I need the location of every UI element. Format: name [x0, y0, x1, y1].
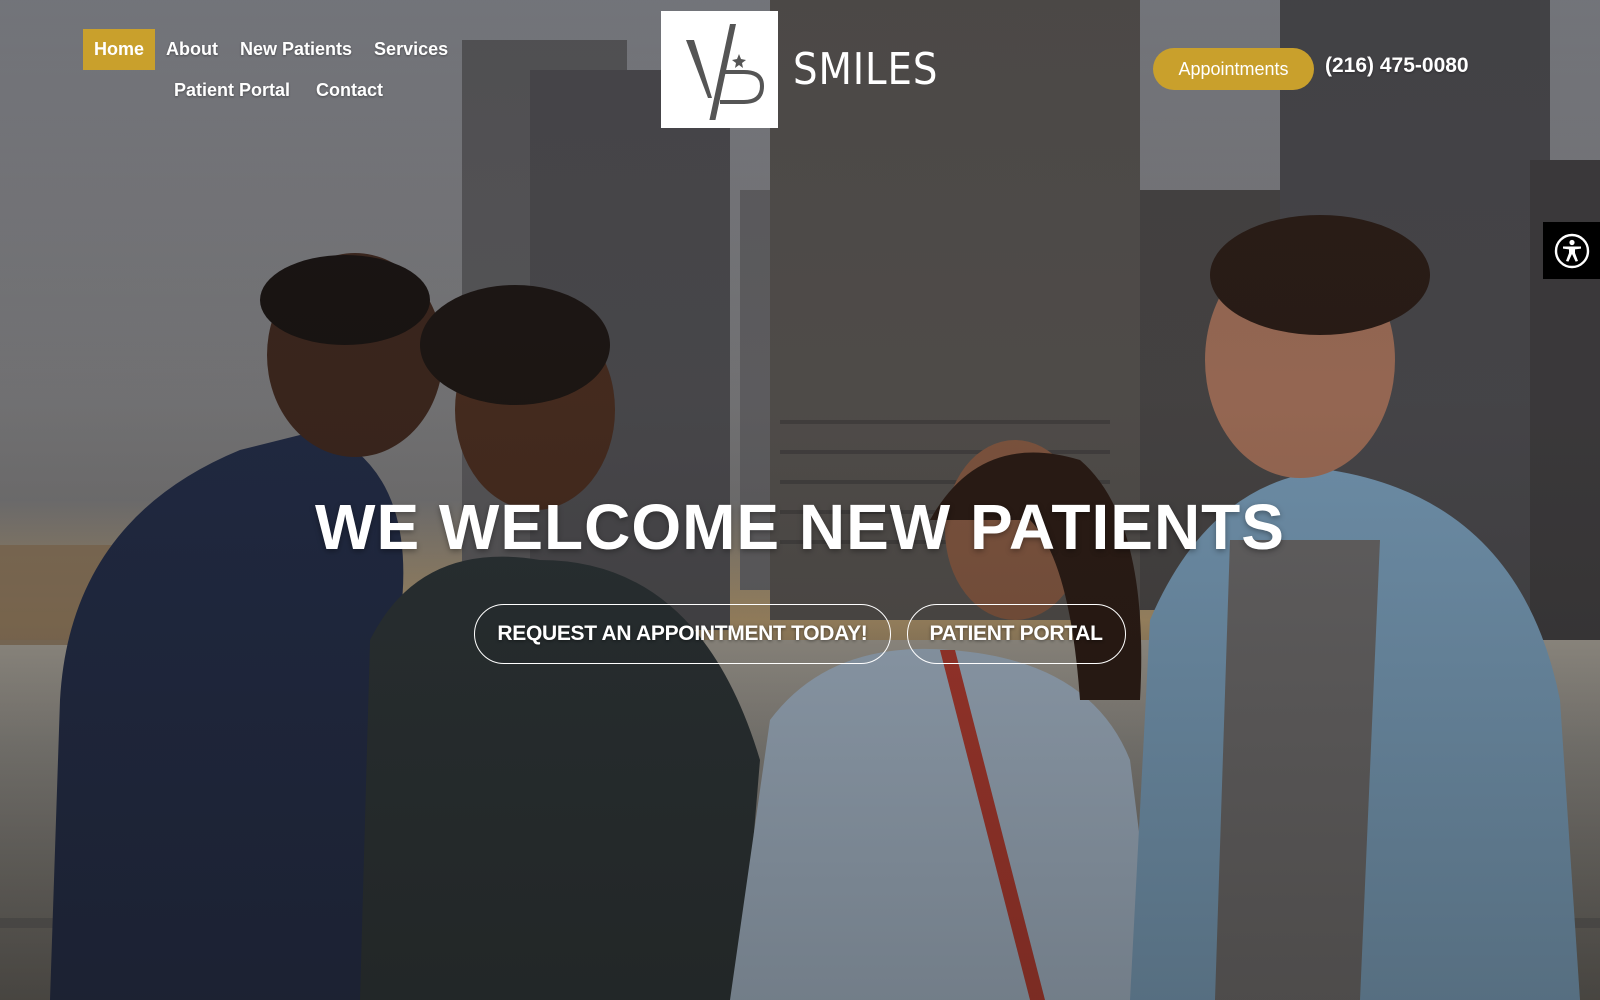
main-nav: Home About New Patients Services Patient…	[83, 29, 483, 111]
accessibility-icon	[1554, 233, 1589, 268]
hero-section: Home About New Patients Services Patient…	[0, 0, 1600, 1000]
request-appointment-button[interactable]: REQUEST AN APPOINTMENT TODAY!	[474, 604, 891, 664]
appointments-button[interactable]: Appointments	[1153, 48, 1314, 90]
nav-item-patient-portal[interactable]: Patient Portal	[161, 70, 303, 111]
hero-headline: WE WELCOME NEW PATIENTS	[315, 491, 1285, 563]
hero-cta-row: REQUEST AN APPOINTMENT TODAY! PATIENT PO…	[0, 604, 1600, 664]
patient-portal-button[interactable]: PATIENT PORTAL	[906, 604, 1126, 664]
accessibility-button[interactable]	[1543, 222, 1600, 279]
vp-monogram-icon	[661, 11, 778, 128]
nav-item-about[interactable]: About	[155, 29, 229, 70]
nav-item-new-patients[interactable]: New Patients	[229, 29, 363, 70]
nav-item-services[interactable]: Services	[363, 29, 459, 70]
logo-wordmark: SMILES	[793, 44, 939, 95]
site-logo[interactable]: SMILES	[661, 11, 958, 128]
phone-link[interactable]: (216) 475-0080	[1325, 54, 1469, 78]
nav-row-primary: Home About New Patients Services	[83, 29, 483, 70]
nav-row-secondary: Patient Portal Contact	[161, 70, 483, 111]
nav-item-home[interactable]: Home	[83, 29, 156, 70]
nav-item-contact[interactable]: Contact	[303, 70, 396, 111]
